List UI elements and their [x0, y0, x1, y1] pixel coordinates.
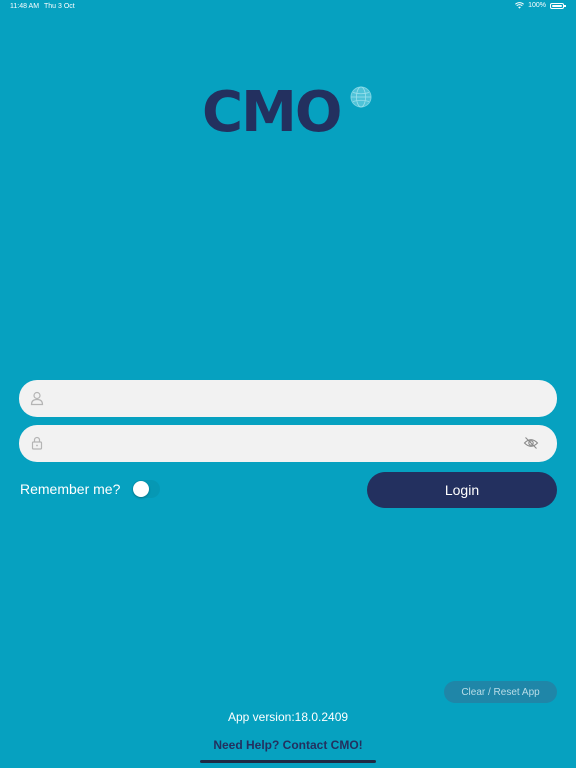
user-icon	[30, 391, 44, 406]
status-bar: 11:48 AM Thu 3 Oct 100%	[0, 0, 576, 14]
login-button[interactable]: Login	[367, 472, 557, 508]
password-input[interactable]	[59, 425, 523, 464]
battery-icon	[550, 2, 566, 9]
battery-percent: 100%	[528, 2, 546, 9]
help-contact-link[interactable]: Need Help? Contact CMO!	[0, 738, 576, 752]
status-date: Thu 3 Oct	[44, 3, 75, 10]
home-indicator[interactable]	[200, 760, 376, 763]
logo-text: CMO	[202, 80, 342, 145]
remember-me-label: Remember me?	[20, 481, 121, 497]
eye-slash-icon[interactable]	[523, 435, 539, 451]
wifi-icon	[515, 2, 525, 9]
lock-icon	[31, 436, 43, 450]
app-version: App version:18.0.2409	[227, 710, 349, 724]
status-right: 100%	[515, 2, 566, 9]
username-field[interactable]	[19, 380, 557, 419]
password-field[interactable]	[19, 425, 557, 464]
cmo-logo: CMO	[198, 78, 378, 148]
clear-reset-app-button[interactable]: Clear / Reset App	[444, 681, 557, 703]
globe-icon	[350, 86, 372, 108]
username-input[interactable]	[59, 380, 523, 419]
status-time: 11:48 AM	[10, 3, 40, 10]
toggle-knob	[133, 481, 149, 497]
remember-me-toggle[interactable]	[132, 480, 160, 498]
